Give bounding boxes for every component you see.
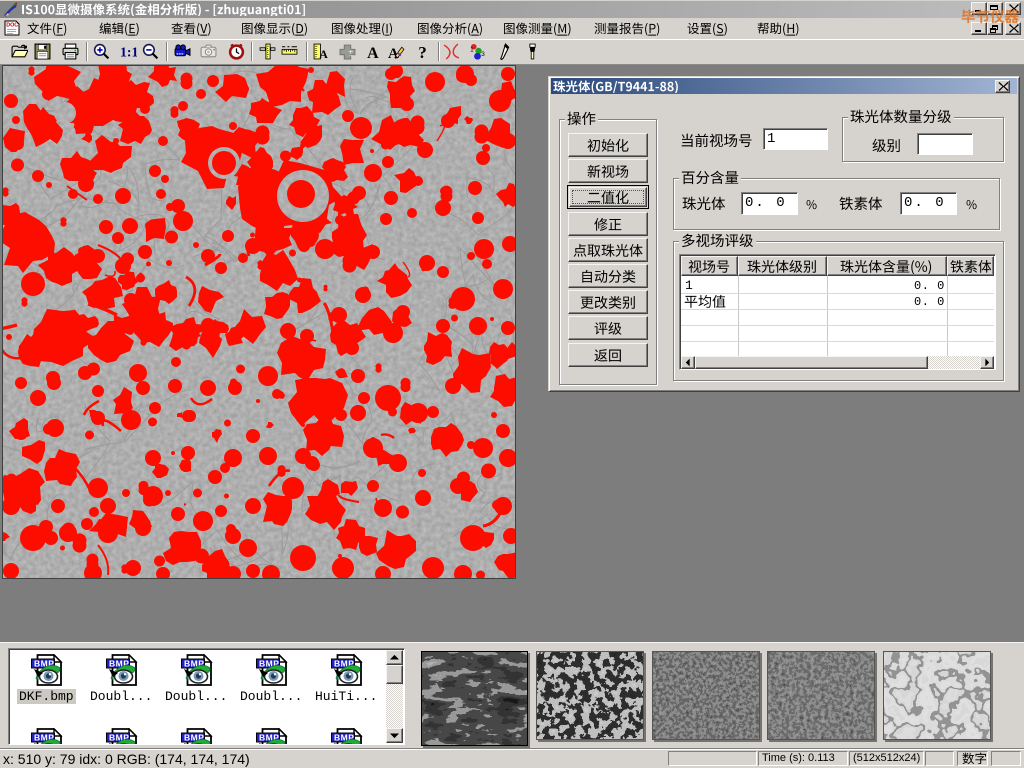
svg-text:3: 3 — [481, 51, 485, 58]
svg-text:1:1: 1:1 — [120, 44, 137, 59]
svg-text:A: A — [367, 45, 379, 60]
svg-text:DOC: DOC — [6, 23, 18, 29]
svg-text:1: 1 — [470, 47, 474, 54]
svg-text:?: ? — [418, 43, 427, 60]
svg-text:A: A — [319, 48, 328, 60]
